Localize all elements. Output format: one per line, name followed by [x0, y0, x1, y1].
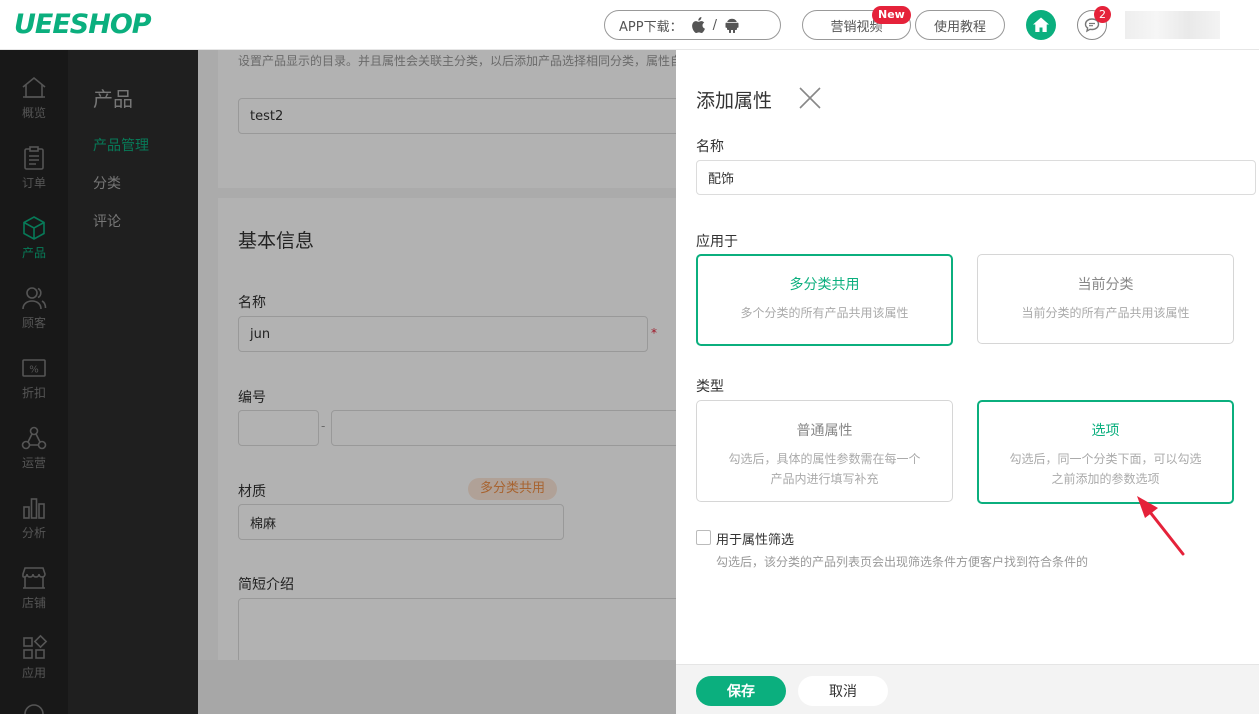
rail-label: 应用 — [21, 666, 46, 680]
main-nav-rail: 概览 订单 产品 顾客 % 折扣 运营 分析 店铺 应用 — [0, 50, 68, 714]
app-download-label: APP下载： — [619, 19, 683, 35]
rail-more-icon[interactable] — [20, 700, 48, 714]
code-prefix-input[interactable] — [238, 410, 319, 446]
add-attribute-drawer: 添加属性 名称 配饰 应用于 多分类共用 多个分类的所有产品共用该属性 当前分类… — [676, 50, 1259, 714]
option-title: 多分类共用 — [789, 277, 860, 293]
subnav-title: 产品 — [93, 87, 133, 111]
category-input[interactable]: test2 — [238, 98, 676, 134]
code-separator: - — [321, 419, 326, 433]
os-separator: / — [712, 17, 717, 33]
option-title: 选项 — [1091, 423, 1120, 439]
discount-icon: % — [22, 359, 46, 377]
product-edit-page: 设置产品显示的目录。并且属性会关联主分类，以后添加产品选择相同分类，属性自 te… — [198, 50, 676, 714]
subnav-item-categories[interactable]: 分类 — [93, 173, 121, 193]
rail-label: 顾客 — [21, 316, 46, 330]
apple-icon[interactable] — [691, 17, 705, 33]
main-footer-strip — [198, 660, 676, 714]
android-icon[interactable] — [725, 17, 739, 33]
rail-item-orders[interactable]: 订单 — [0, 136, 68, 206]
user-account-area[interactable] — [1125, 11, 1220, 39]
apply-option-shared[interactable]: 多分类共用 多个分类的所有产品共用该属性 — [696, 254, 953, 346]
material-label: 材质 — [238, 484, 266, 500]
option-title: 普通属性 — [796, 423, 853, 439]
rail-item-discounts[interactable]: % 折扣 — [0, 346, 68, 416]
option-description: 当前分类的所有产品共用该属性 — [1021, 306, 1190, 320]
secondary-nav: 产品 产品管理 分类 评论 — [68, 50, 198, 714]
annotation-arrow-icon — [1137, 496, 1185, 556]
new-badge: New — [872, 6, 911, 24]
subnav-item-reviews[interactable]: 评论 — [93, 211, 121, 231]
clipboard-icon — [24, 146, 44, 170]
cancel-button[interactable]: 取消 — [798, 676, 888, 706]
code-label: 编号 — [238, 390, 266, 406]
rail-item-analytics[interactable]: 分析 — [0, 486, 68, 556]
brand-logo[interactable]: UEESHOP — [14, 9, 152, 40]
rail-label: 运营 — [21, 456, 46, 470]
bar-chart-icon — [23, 498, 45, 519]
top-bar: UEESHOP APP下载： / 营销视频 New 使用教程 2 — [0, 0, 1259, 50]
option-description: 之前添加的参数选项 — [1051, 472, 1160, 486]
option-description: 产品内进行填写补充 — [770, 472, 879, 486]
category-card: 设置产品显示的目录。并且属性会关联主分类，以后添加产品选择相同分类，属性自 te… — [218, 50, 676, 188]
drawer-footer: 保存 取消 — [676, 664, 1259, 714]
users-icon — [22, 287, 47, 310]
tutorial-button[interactable]: 使用教程 — [915, 10, 1005, 40]
store-icon — [22, 567, 46, 589]
app-download-pill[interactable]: APP下载： / — [604, 10, 781, 40]
option-description: 勾选后，具体的属性参数需在每一个 — [728, 452, 921, 466]
rail-label: 订单 — [21, 176, 46, 190]
rail-item-overview[interactable]: 概览 — [0, 66, 68, 136]
apply-option-current[interactable]: 当前分类 当前分类的所有产品共用该属性 — [977, 254, 1234, 344]
basic-info-card: 基本信息 名称 jun * 编号 - 材质 多分类共用 棉麻 简短介绍 — [218, 198, 676, 668]
type-label: 类型 — [696, 379, 724, 395]
option-description: 多个分类的所有产品共用该属性 — [740, 306, 909, 320]
type-option-choice[interactable]: 选项 勾选后，同一个分类下面，可以勾选 之前添加的参数选项 — [977, 400, 1234, 504]
name-label: 名称 — [696, 139, 724, 155]
apply-label: 应用于 — [696, 234, 738, 250]
rail-item-apps[interactable]: 应用 — [0, 626, 68, 696]
rail-item-customers[interactable]: 顾客 — [0, 276, 68, 346]
shared-attribute-tag: 多分类共用 — [468, 478, 558, 500]
code-input[interactable] — [331, 410, 676, 446]
product-name-input[interactable]: jun — [238, 316, 648, 352]
option-description: 勾选后，同一个分类下面，可以勾选 — [1009, 452, 1202, 466]
rail-label: 概览 — [21, 106, 46, 120]
filter-checkbox-label[interactable]: 用于属性筛选 — [716, 529, 794, 548]
name-label: 名称 — [238, 295, 266, 311]
home-outline-icon — [22, 76, 46, 98]
save-button[interactable]: 保存 — [696, 676, 786, 706]
svg-text:%: % — [29, 365, 39, 376]
network-icon — [21, 426, 47, 450]
section-title: 基本信息 — [238, 230, 315, 252]
cube-icon — [23, 216, 45, 240]
option-title: 当前分类 — [1077, 277, 1134, 293]
filter-hint: 勾选后，该分类的产品列表页会出现筛选条件方便客户找到符合条件的 — [716, 555, 1089, 569]
brief-label: 简短介绍 — [238, 577, 294, 593]
type-option-normal[interactable]: 普通属性 勾选后，具体的属性参数需在每一个 产品内进行填写补充 — [696, 400, 953, 502]
attribute-name-input[interactable]: 配饰 — [696, 160, 1256, 195]
rail-label: 产品 — [21, 246, 46, 260]
rail-label: 店铺 — [21, 596, 46, 610]
material-input[interactable]: 棉麻 — [238, 504, 564, 540]
rail-label: 分析 — [21, 526, 46, 540]
home-button[interactable] — [1026, 10, 1056, 40]
message-count-badge: 2 — [1094, 6, 1111, 23]
brief-textarea[interactable] — [238, 598, 676, 668]
rail-item-products[interactable]: 产品 — [0, 206, 68, 276]
rail-label: 折扣 — [21, 386, 46, 400]
subnav-item-product-management[interactable]: 产品管理 — [93, 135, 149, 155]
close-icon[interactable] — [798, 86, 822, 110]
drawer-title: 添加属性 — [696, 90, 773, 112]
apps-icon — [23, 634, 48, 659]
category-description: 设置产品显示的目录。并且属性会关联主分类，以后添加产品选择相同分类，属性自 — [238, 54, 676, 68]
rail-item-operations[interactable]: 运营 — [0, 416, 68, 486]
filter-checkbox[interactable] — [696, 530, 711, 545]
rail-item-store[interactable]: 店铺 — [0, 556, 68, 626]
home-icon — [1033, 17, 1049, 32]
required-mark: * — [651, 326, 657, 340]
